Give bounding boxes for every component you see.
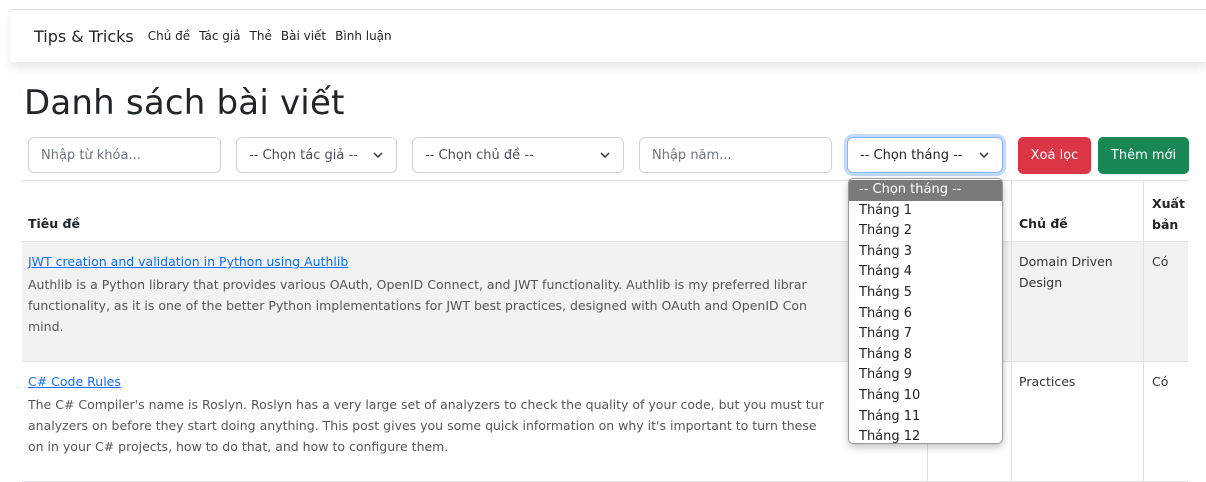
table-row: JWT creation and validation in Python us…	[22, 242, 1188, 362]
post-topic-line: Design	[1019, 275, 1063, 290]
navbar: Tips & Tricks Chủ đề Tác giả Thẻ Bài viế…	[10, 10, 1206, 62]
post-excerpt-line: Authlib is a Python library that provide…	[28, 277, 807, 292]
month-option[interactable]: Tháng 8	[849, 345, 1002, 366]
column-divider	[1011, 180, 1012, 482]
topic-select[interactable]: -- Chọn chủ đề --	[412, 137, 624, 173]
nav-link-authors[interactable]: Tác giả	[199, 29, 240, 43]
post-topic-line: Domain Driven	[1019, 254, 1113, 269]
nav-link-topics[interactable]: Chủ đề	[148, 29, 190, 43]
table-row: C# Code Rules The C# Compiler's name is …	[22, 362, 1188, 482]
month-option[interactable]: Tháng 10	[849, 386, 1002, 407]
keyword-placeholder: Nhập từ khóa...	[41, 147, 141, 163]
chevron-down-icon	[373, 152, 383, 159]
table-header: Tiêu đề Chủ đề Xuất bản	[22, 180, 1188, 242]
add-new-button[interactable]: Thêm mới	[1098, 137, 1189, 174]
year-placeholder: Nhập năm...	[652, 147, 732, 163]
post-published: Có	[1152, 254, 1169, 269]
post-published: Có	[1152, 374, 1169, 389]
month-option[interactable]: Tháng 1	[849, 201, 1002, 222]
topic-select-value: -- Chọn chủ đề --	[425, 147, 534, 163]
author-select-value: -- Chọn tác giả --	[249, 147, 358, 163]
brand[interactable]: Tips & Tricks	[34, 27, 134, 46]
nav-link-posts[interactable]: Bài viết	[281, 29, 326, 43]
header-topic: Chủ đề	[1019, 216, 1068, 231]
month-dropdown-list: -- Chọn tháng -- Tháng 1 Tháng 2 Tháng 3…	[848, 178, 1003, 444]
nav-link-tags[interactable]: Thẻ	[250, 29, 272, 43]
chevron-down-icon	[979, 152, 989, 159]
nav-link-comments[interactable]: Bình luận	[335, 29, 392, 43]
post-excerpt-line: on in your C# projects, how to do that, …	[28, 439, 449, 454]
month-option[interactable]: Tháng 12	[849, 427, 1002, 443]
post-title-link[interactable]: C# Code Rules	[28, 374, 121, 389]
post-topic-line: Practices	[1019, 374, 1076, 389]
post-excerpt-line: mind.	[28, 319, 64, 334]
page-title: Danh sách bài viết	[24, 83, 345, 123]
post-excerpt-line: functionality, as it is one of the bette…	[28, 298, 807, 313]
post-excerpt-line: The C# Compiler's name is Roslyn. Roslyn…	[28, 397, 824, 412]
month-option[interactable]: Tháng 6	[849, 304, 1002, 325]
month-option[interactable]: Tháng 5	[849, 283, 1002, 304]
month-select[interactable]: -- Chọn tháng --	[847, 137, 1003, 173]
month-select-value: -- Chọn tháng --	[860, 147, 963, 163]
column-divider	[1143, 180, 1144, 482]
month-option[interactable]: Tháng 2	[849, 221, 1002, 242]
header-published: Xuất bản	[1152, 196, 1185, 232]
month-option[interactable]: Tháng 4	[849, 262, 1002, 283]
header-title: Tiêu đề	[28, 216, 80, 231]
year-input[interactable]: Nhập năm...	[639, 137, 832, 173]
month-option[interactable]: Tháng 9	[849, 365, 1002, 386]
month-option[interactable]: Tháng 11	[849, 407, 1002, 428]
author-select[interactable]: -- Chọn tác giả --	[236, 137, 397, 173]
month-option[interactable]: Tháng 3	[849, 242, 1002, 263]
post-excerpt-line: analyzers on before they start doing any…	[28, 418, 817, 433]
post-title-link[interactable]: JWT creation and validation in Python us…	[28, 254, 348, 269]
month-option-default[interactable]: -- Chọn tháng --	[849, 180, 1002, 201]
chevron-down-icon	[600, 152, 610, 159]
keyword-input[interactable]: Nhập từ khóa...	[28, 137, 221, 173]
clear-filter-button[interactable]: Xoá lọc	[1018, 137, 1091, 174]
month-option[interactable]: Tháng 7	[849, 324, 1002, 345]
